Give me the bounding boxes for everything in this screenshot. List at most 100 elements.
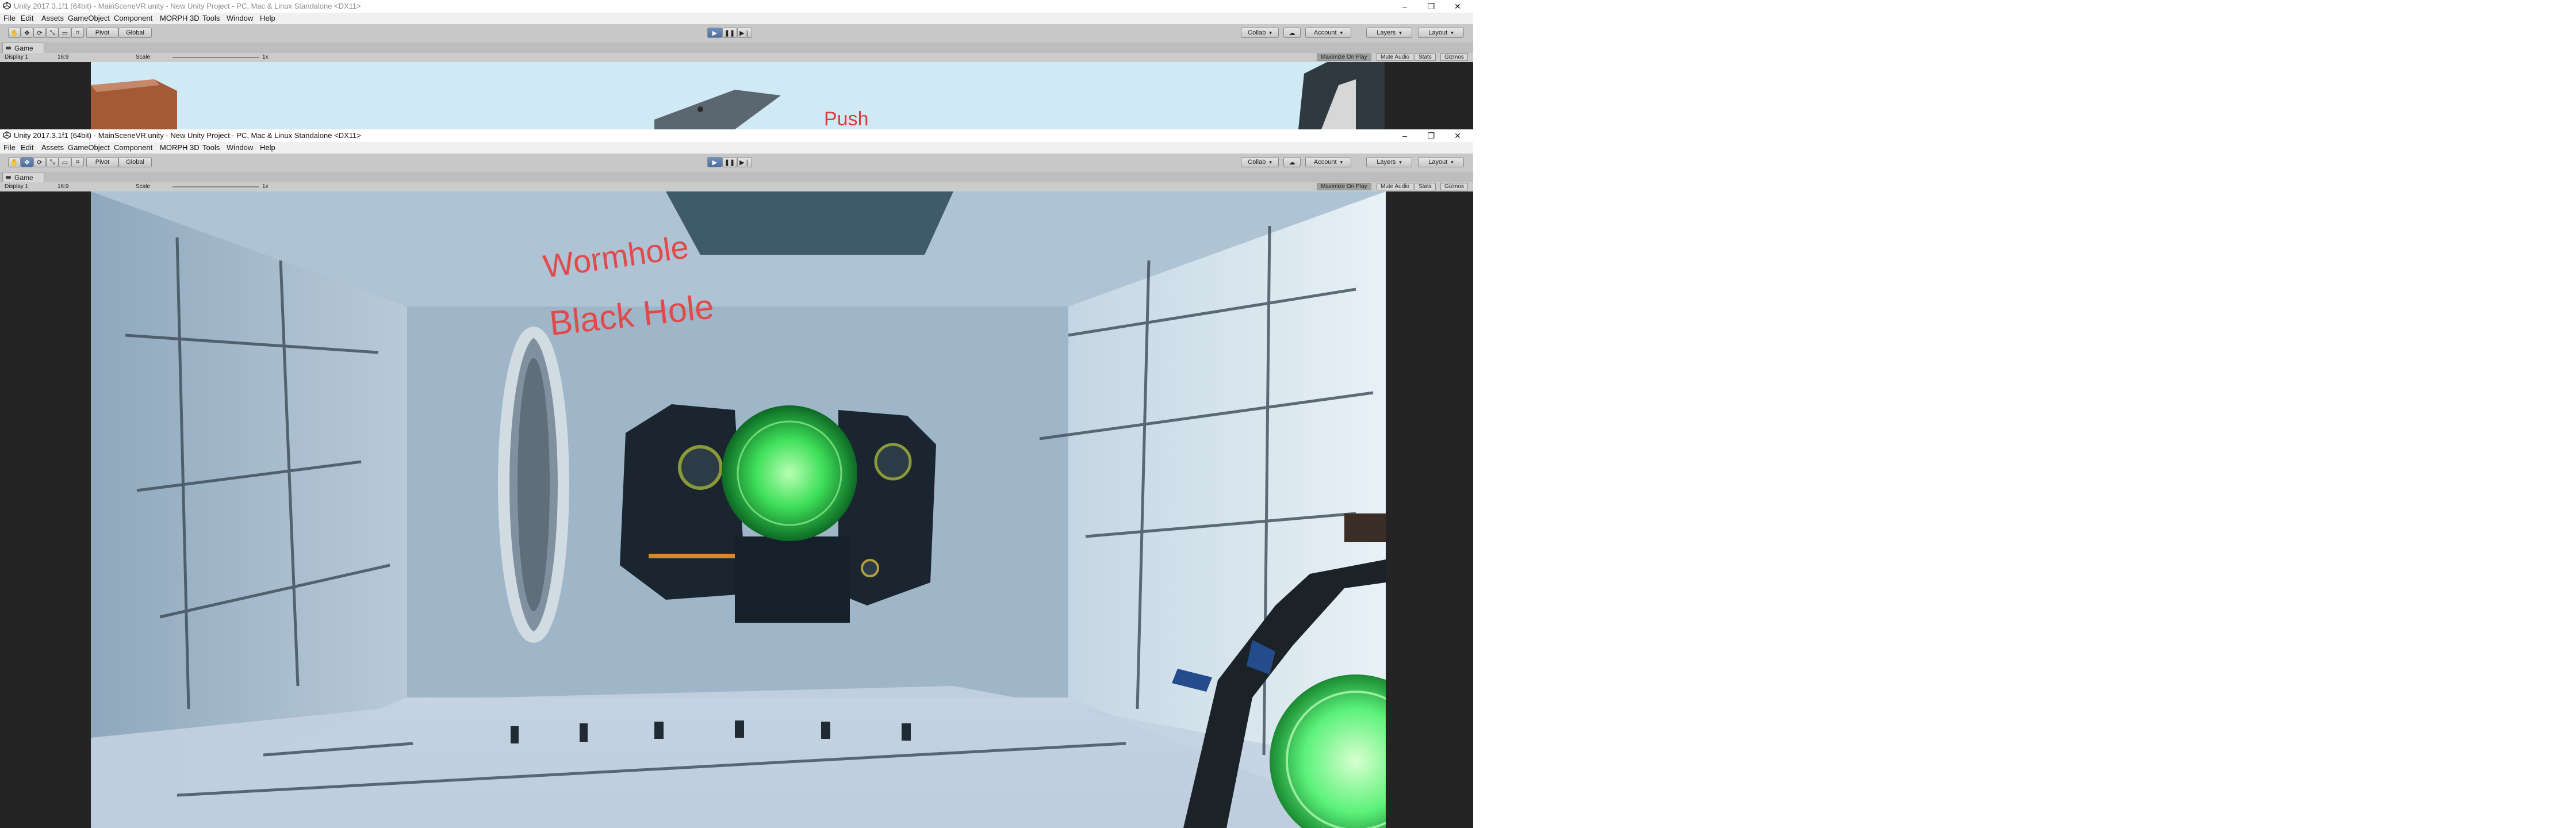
- layout-dropdown[interactable]: Layout: [1418, 28, 1464, 38]
- stats-toggle[interactable]: Stats: [1414, 53, 1436, 61]
- rect-tool-button[interactable]: ▭: [59, 157, 71, 167]
- main-toolbar: ✋ ✥ ⟳ ⤡ ▭ ⌗ Pivot Global ▶ ❚❚ ▶❘ Collab …: [0, 24, 1473, 43]
- unity-logo-icon: [3, 131, 11, 139]
- window-title: Unity 2017.3.1f1 (64bit) - MainSceneVR.u…: [14, 131, 361, 140]
- menu-file[interactable]: File: [3, 14, 16, 22]
- step-button[interactable]: ▶❘: [737, 28, 752, 38]
- pause-button[interactable]: ❚❚: [722, 28, 737, 38]
- display-dropdown[interactable]: Display 1: [5, 183, 28, 190]
- tab-game-label: Game: [14, 44, 33, 52]
- window-title: Unity 2017.3.1f1 (64bit) - MainSceneVR.u…: [14, 2, 361, 10]
- menu-component[interactable]: Component: [114, 143, 152, 152]
- game-view-bar: Display 1 16:9 Scale 1x Maximize On Play…: [0, 53, 1473, 63]
- menu-edit[interactable]: Edit: [21, 14, 33, 22]
- game-viewport[interactable]: Wormhole Black Hole: [0, 191, 1473, 828]
- tab-game[interactable]: Game: [2, 172, 44, 182]
- stats-toggle[interactable]: Stats: [1414, 183, 1436, 190]
- menu-window[interactable]: Window: [227, 14, 253, 22]
- game-tab-strip: Game: [0, 43, 1473, 53]
- transform-tool-button[interactable]: ⌗: [71, 28, 84, 38]
- layers-dropdown[interactable]: Layers: [1366, 157, 1412, 167]
- move-tool-button[interactable]: ✥: [21, 157, 33, 167]
- minimize-button[interactable]: –: [1392, 129, 1418, 142]
- rotate-tool-button[interactable]: ⟳: [33, 157, 46, 167]
- hand-tool-button[interactable]: ✋: [8, 157, 21, 167]
- game-viewport[interactable]: Push: [0, 62, 1473, 129]
- global-toggle[interactable]: Global: [118, 157, 152, 167]
- menu-morph3d[interactable]: MORPH 3D: [160, 143, 200, 152]
- layout-dropdown[interactable]: Layout: [1418, 157, 1464, 167]
- restore-button[interactable]: ❐: [1418, 0, 1444, 13]
- minimize-button[interactable]: –: [1392, 0, 1418, 13]
- tab-game-label: Game: [14, 173, 33, 182]
- game-tab-strip: Game: [0, 172, 1473, 183]
- push-sign: Push: [824, 108, 869, 129]
- unity-window-back: Unity 2017.3.1f1 (64bit) - MainSceneVR.u…: [0, 0, 1473, 129]
- scale-label: Scale: [136, 54, 151, 60]
- menu-component[interactable]: Component: [114, 14, 152, 22]
- aspect-dropdown[interactable]: 16:9: [57, 183, 68, 190]
- display-dropdown[interactable]: Display 1: [5, 54, 28, 60]
- collab-dropdown[interactable]: Collab: [1241, 157, 1279, 167]
- scale-slider[interactable]: [172, 186, 259, 187]
- title-bar[interactable]: Unity 2017.3.1f1 (64bit) - MainSceneVR.u…: [0, 0, 1473, 13]
- step-button[interactable]: ▶❘: [737, 157, 752, 167]
- close-button[interactable]: ✕: [1444, 129, 1471, 142]
- menu-edit[interactable]: Edit: [21, 143, 33, 152]
- game-render: Push: [91, 62, 1385, 129]
- unity-logo-icon: [3, 2, 11, 10]
- unity-window-front: Unity 2017.3.1f1 (64bit) - MainSceneVR.u…: [0, 129, 1473, 828]
- menu-window[interactable]: Window: [227, 143, 253, 152]
- menu-tools[interactable]: Tools: [202, 14, 220, 22]
- cloud-button[interactable]: ☁: [1283, 28, 1301, 38]
- pivot-toggle[interactable]: Pivot: [86, 157, 118, 167]
- game-controller-icon: [6, 176, 11, 179]
- collab-dropdown[interactable]: Collab: [1241, 28, 1279, 38]
- play-button[interactable]: ▶: [707, 28, 722, 38]
- title-bar[interactable]: Unity 2017.3.1f1 (64bit) - MainSceneVR.u…: [0, 129, 1473, 142]
- hand-tool-button[interactable]: ✋: [8, 28, 21, 38]
- menu-tools[interactable]: Tools: [202, 143, 220, 152]
- game-render: Wormhole Black Hole: [91, 191, 1386, 828]
- pause-button[interactable]: ❚❚: [722, 157, 737, 167]
- menu-help[interactable]: Help: [260, 143, 275, 152]
- scale-tool-button[interactable]: ⤡: [46, 157, 59, 167]
- gizmos-dropdown[interactable]: Gizmos: [1440, 183, 1468, 190]
- scale-label: Scale: [136, 183, 151, 190]
- menu-assets[interactable]: Assets: [41, 14, 64, 22]
- rotate-tool-button[interactable]: ⟳: [33, 28, 46, 38]
- scale-tool-button[interactable]: ⤡: [46, 28, 59, 38]
- scale-slider[interactable]: [172, 57, 259, 58]
- menu-bar: File Edit Assets GameObject Component MO…: [0, 13, 1473, 24]
- menu-assets[interactable]: Assets: [41, 143, 64, 152]
- menu-help[interactable]: Help: [260, 14, 275, 22]
- tab-game[interactable]: Game: [2, 43, 44, 53]
- menu-gameobject[interactable]: GameObject: [68, 14, 110, 22]
- menu-file[interactable]: File: [3, 143, 16, 152]
- main-toolbar: ✋ ✥ ⟳ ⤡ ▭ ⌗ Pivot Global ▶ ❚❚ ▶❘ Collab …: [0, 154, 1473, 172]
- menu-morph3d[interactable]: MORPH 3D: [160, 14, 200, 22]
- game-view-bar: Display 1 16:9 Scale 1x Maximize On Play…: [0, 182, 1473, 192]
- mute-audio-toggle[interactable]: Mute Audio: [1377, 183, 1414, 190]
- play-button[interactable]: ▶: [707, 157, 722, 167]
- account-dropdown[interactable]: Account: [1305, 157, 1351, 167]
- maximize-on-play-toggle[interactable]: Maximize On Play: [1317, 183, 1371, 190]
- account-dropdown[interactable]: Account: [1305, 28, 1351, 38]
- close-button[interactable]: ✕: [1444, 0, 1471, 13]
- scale-value: 1x: [262, 183, 269, 190]
- menu-bar: File Edit Assets GameObject Component MO…: [0, 142, 1473, 154]
- gizmos-dropdown[interactable]: Gizmos: [1440, 53, 1468, 61]
- menu-gameobject[interactable]: GameObject: [68, 143, 110, 152]
- pivot-toggle[interactable]: Pivot: [86, 28, 118, 38]
- transform-tool-button[interactable]: ⌗: [71, 157, 84, 167]
- scale-value: 1x: [262, 54, 269, 60]
- global-toggle[interactable]: Global: [118, 28, 152, 38]
- move-tool-button[interactable]: ✥: [21, 28, 33, 38]
- aspect-dropdown[interactable]: 16:9: [57, 54, 68, 60]
- restore-button[interactable]: ❐: [1418, 129, 1444, 142]
- maximize-on-play-toggle[interactable]: Maximize On Play: [1317, 53, 1371, 61]
- rect-tool-button[interactable]: ▭: [59, 28, 71, 38]
- cloud-button[interactable]: ☁: [1283, 157, 1301, 167]
- layers-dropdown[interactable]: Layers: [1366, 28, 1412, 38]
- mute-audio-toggle[interactable]: Mute Audio: [1377, 53, 1414, 61]
